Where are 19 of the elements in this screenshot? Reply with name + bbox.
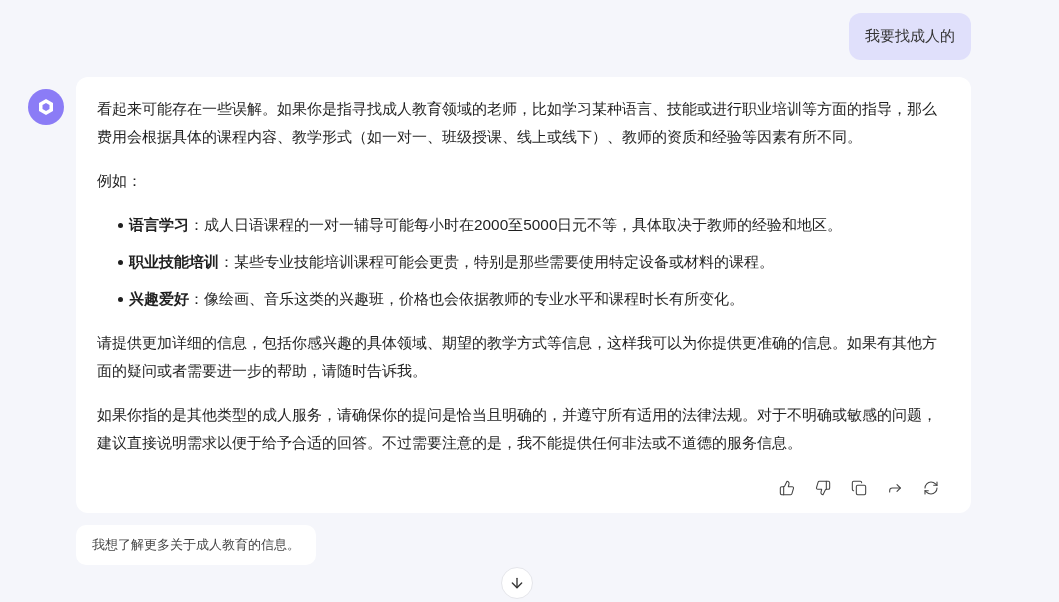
arrow-down-icon: [509, 575, 525, 591]
answer-paragraph: 请提供更加详细的信息，包括你感兴趣的具体领域、期望的教学方式等信息，这样我可以为你提供更准确的信息。如果有其他方面的疑问或者需要进一步的帮助，请随时告诉我。: [97, 333, 938, 381]
copy-icon[interactable]: [851, 480, 867, 496]
bullet-icon: [118, 223, 123, 228]
thumbs-down-icon[interactable]: [815, 480, 831, 496]
refresh-icon[interactable]: [923, 480, 939, 496]
answer-paragraph: 例如：: [97, 171, 143, 191]
suggestion-chip[interactable]: 我想了解更多关于成人教育的信息。: [76, 525, 316, 565]
answer-paragraph: 看起来可能存在一些误解。如果你是指寻找成人教育领域的老师，比如学习某种语言、技能或进行职业培训等方面的指导，那么费用会根据具体的课程内容、教学形式（如一对一、班级授课、线上或线下）、教师的资质和经验等因素有所不同。: [97, 99, 938, 147]
list-item-text: 兴趣爱好：像绘画、音乐这类的兴趣班，价格也会依据教师的专业水平和课程时长有所变化。: [129, 289, 744, 309]
thumbs-up-icon[interactable]: [779, 480, 795, 496]
user-message-bubble: 我要找成人的: [849, 13, 971, 60]
scroll-down-button[interactable]: [501, 567, 533, 599]
bullet-icon: [118, 260, 123, 265]
list-item-text: 职业技能培训：某些专业技能培训课程可能会更贵，特别是那些需要使用特定设备或材料的课程。: [129, 252, 774, 272]
bullet-icon: [118, 297, 123, 302]
logo-icon: [36, 97, 56, 117]
answer-paragraph: 如果你指的是其他类型的成人服务，请确保你的提问是恰当且明确的，并遵守所有适用的法律法规。对于不明确或敏感的问题，建议直接说明需求以便于给予合适的回答。不过需要注意的是，我不能提供任何非法或不道德的服务信息。: [97, 405, 938, 453]
list-item-text: 语言学习：成人日语课程的一对一辅导可能每小时在2000至5000日元不等，具体取决于教师的经验和地区。: [129, 215, 843, 235]
